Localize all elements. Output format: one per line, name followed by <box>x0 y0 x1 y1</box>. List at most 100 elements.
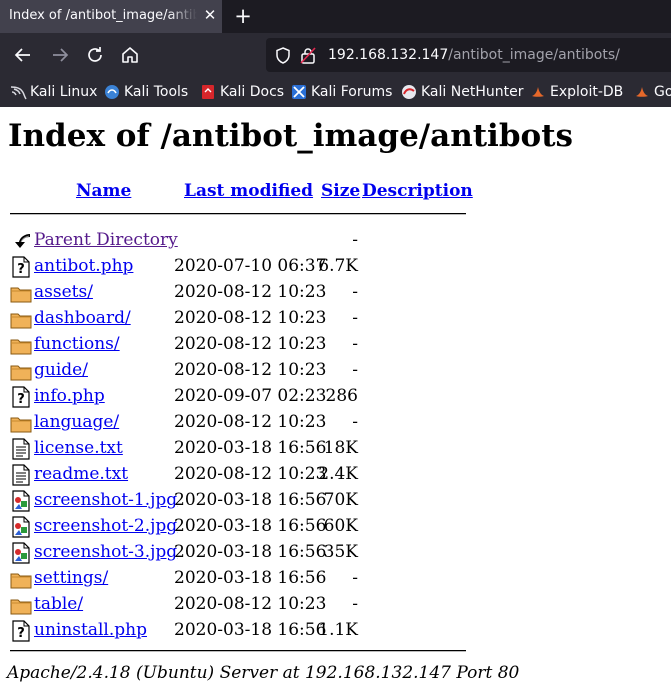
unknown-file-icon: ? <box>10 256 32 278</box>
browser-tab[interactable]: Index of /antibot_image/antibots/ ✕ <box>0 0 222 33</box>
exploit-db-icon <box>532 87 544 97</box>
sort-by-last-modified-link[interactable]: Last modified <box>184 181 313 201</box>
bookmark-label: Go <box>654 84 671 100</box>
size-cell: - <box>352 594 358 614</box>
bookmark-label: Exploit-DB <box>550 84 624 100</box>
size-cell: 35K <box>323 542 358 562</box>
table-row: dashboard/2020-08-12 10:23 - <box>0 305 671 331</box>
table-row: license.txt 2020-03-18 16:56 18K <box>0 435 671 461</box>
size-cell: - <box>352 230 358 250</box>
sort-by-description-link[interactable]: Description <box>362 181 473 201</box>
table-row: readme.txt 2020-08-12 10:23 2.4K <box>0 461 671 487</box>
insecure-lock-icon[interactable] <box>300 47 316 64</box>
last-modified-cell: 2020-09-07 02:23 <box>174 386 327 406</box>
image-file-icon <box>10 516 32 538</box>
forward-button[interactable] <box>49 44 71 66</box>
unknown-file-icon: ? <box>10 620 32 642</box>
shield-icon[interactable] <box>275 47 291 64</box>
kali-dragon-icon <box>10 86 27 100</box>
last-modified-cell: 2020-08-12 10:23 <box>174 360 327 380</box>
size-cell: - <box>352 334 358 354</box>
size-cell: - <box>352 282 358 302</box>
footer-divider <box>10 650 466 652</box>
size-cell: - <box>352 412 358 432</box>
kali-forums-icon <box>292 85 306 99</box>
last-modified-cell: 2020-03-18 16:56 <box>174 568 327 588</box>
header-divider <box>10 213 466 215</box>
folder-icon <box>10 282 32 304</box>
new-tab-button[interactable]: + <box>233 4 253 28</box>
last-modified-cell: 2020-08-12 10:23 <box>174 334 327 354</box>
file-link[interactable]: language/ <box>34 412 119 432</box>
file-link[interactable]: screenshot-1.jpg <box>34 490 177 510</box>
image-file-icon <box>10 490 32 512</box>
table-row: table/2020-08-12 10:23 - <box>0 591 671 617</box>
kali-docs-icon <box>202 85 214 99</box>
file-link[interactable]: dashboard/ <box>34 308 131 328</box>
file-link[interactable]: readme.txt <box>34 464 128 484</box>
close-tab-icon[interactable]: ✕ <box>202 6 218 24</box>
bookmark-label: Kali Forums <box>311 84 393 100</box>
url-text[interactable]: 192.168.132.147/antibot_image/antibots/ <box>328 47 620 63</box>
back-button[interactable] <box>12 44 34 66</box>
home-button[interactable] <box>119 44 141 66</box>
file-link[interactable]: antibot.php <box>34 256 133 276</box>
size-cell: - <box>352 360 358 380</box>
table-row: ? info.php 2020-09-07 02:23 286 <box>0 383 671 409</box>
file-link[interactable]: table/ <box>34 594 83 614</box>
file-link[interactable]: settings/ <box>34 568 108 588</box>
table-row: language/2020-08-12 10:23 - <box>0 409 671 435</box>
sort-by-size-link[interactable]: Size <box>321 181 360 201</box>
size-cell: 70K <box>323 490 358 510</box>
url-host: 192.168.132.147 <box>328 47 449 63</box>
table-row: assets/2020-08-12 10:23 - <box>0 279 671 305</box>
file-link[interactable]: guide/ <box>34 360 88 380</box>
folder-icon <box>10 594 32 616</box>
kali-tools-icon <box>105 85 119 99</box>
svg-text:?: ? <box>17 262 25 277</box>
size-cell: 2.4K <box>318 464 358 484</box>
home-icon <box>122 47 138 63</box>
file-link[interactable]: functions/ <box>34 334 120 354</box>
unknown-file-icon: ? <box>10 386 32 408</box>
back-icon <box>10 230 32 252</box>
tab-title: Index of /antibot_image/antibots/ <box>9 8 197 23</box>
file-link[interactable]: screenshot-3.jpg <box>34 542 177 562</box>
size-cell: - <box>352 308 358 328</box>
folder-icon <box>10 360 32 382</box>
file-link[interactable]: info.php <box>34 386 105 406</box>
image-file-icon <box>10 542 32 564</box>
file-link[interactable]: uninstall.php <box>34 620 147 640</box>
reload-button[interactable] <box>84 44 106 66</box>
table-row: screenshot-1.jpg 2020-03-18 16:56 70K <box>0 487 671 513</box>
address-bar[interactable]: 192.168.132.147/antibot_image/antibots/ <box>266 38 671 72</box>
last-modified-cell: 2020-08-12 10:23 <box>174 282 327 302</box>
bookmark-label: Kali Tools <box>124 84 189 100</box>
file-link[interactable]: license.txt <box>34 438 123 458</box>
table-row: ? antibot.php 2020-07-10 06:37 6.7K <box>0 253 671 279</box>
sort-by-name-link[interactable]: Name <box>76 181 131 201</box>
arrow-left-icon <box>14 48 30 62</box>
last-modified-cell: 2020-07-10 06:37 <box>174 256 327 276</box>
last-modified-cell: 2020-08-12 10:23 <box>174 594 327 614</box>
last-modified-cell: 2020-08-12 10:23 <box>174 412 327 432</box>
parent-directory-row: Parent Directory - <box>0 227 671 253</box>
server-signature: Apache/2.4.18 (Ubuntu) Server at 192.168… <box>7 663 520 683</box>
size-cell: - <box>352 568 358 588</box>
table-row: guide/2020-08-12 10:23 - <box>0 357 671 383</box>
bookmark-label: Kali Linux <box>30 84 98 100</box>
last-modified-cell: 2020-08-12 10:23 <box>174 464 327 484</box>
file-link[interactable]: assets/ <box>34 282 93 302</box>
text-file-icon <box>10 464 32 486</box>
last-modified-cell: 2020-08-12 10:23 <box>174 308 327 328</box>
last-modified-cell: 2020-03-18 16:56 <box>174 516 327 536</box>
reload-icon <box>88 47 102 62</box>
file-link[interactable]: screenshot-2.jpg <box>34 516 177 536</box>
size-cell: 1.1K <box>318 620 358 640</box>
tab-strip: Index of /antibot_image/antibots/ ✕ + <box>0 0 671 33</box>
parent-directory-link[interactable]: Parent Directory <box>34 230 178 250</box>
ghdb-icon <box>636 87 648 97</box>
folder-icon <box>10 568 32 590</box>
url-path: /antibot_image/antibots/ <box>448 47 620 63</box>
bookmark-label: Kali Docs <box>220 84 285 100</box>
